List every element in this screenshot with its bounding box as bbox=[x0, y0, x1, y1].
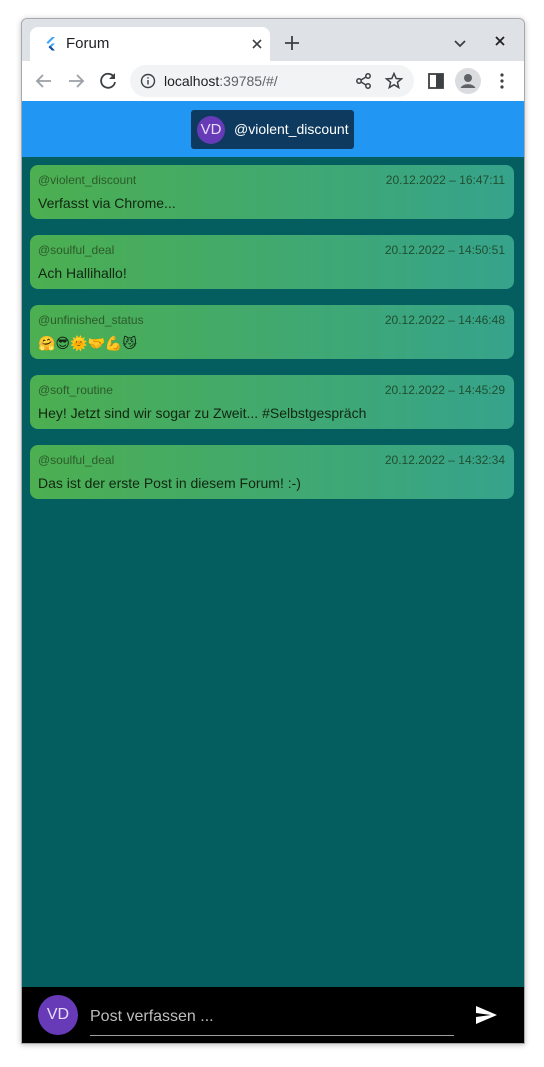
post-text: Ach Hallihallo! bbox=[38, 265, 127, 281]
profile-button[interactable] bbox=[455, 68, 481, 94]
flutter-icon bbox=[46, 37, 55, 51]
url-path: :39785/#/ bbox=[219, 73, 278, 89]
post-card: @soulful_deal 20.12.2022 – 14:50:51 Ach … bbox=[30, 235, 514, 289]
post-date: 20.12.2022 – 14:45:29 bbox=[384, 383, 505, 397]
post-text: 🤗😎🌞🤝💪😼 bbox=[38, 335, 137, 351]
profile-icon bbox=[460, 74, 476, 88]
tab-title: Forum bbox=[66, 35, 110, 52]
post-author: @soulful_deal bbox=[38, 243, 115, 257]
back-arrow-icon[interactable] bbox=[32, 69, 56, 93]
send-icon[interactable] bbox=[474, 1003, 498, 1027]
menu-dots-icon[interactable] bbox=[490, 69, 514, 93]
window-close-icon[interactable] bbox=[488, 29, 512, 53]
post-card: @unfinished_status 20.12.2022 – 14:46:48… bbox=[30, 305, 514, 359]
avatar: VD bbox=[197, 116, 225, 144]
chevron-down-icon[interactable] bbox=[448, 31, 472, 55]
bookmark-star-icon[interactable] bbox=[384, 71, 404, 91]
address-bar[interactable]: localhost:39785/#/ bbox=[130, 65, 414, 97]
post-date: 20.12.2022 – 14:50:51 bbox=[384, 243, 505, 257]
post-composer: VD bbox=[22, 987, 524, 1043]
app-header: VD @violent_discount bbox=[22, 101, 524, 157]
post-list: @violent_discount 20.12.2022 – 16:47:11 … bbox=[30, 165, 514, 515]
post-text: Hey! Jetzt sind wir sogar zu Zweit... #S… bbox=[38, 405, 367, 421]
side-panel-icon[interactable] bbox=[424, 69, 448, 93]
url-host: localhost bbox=[164, 73, 220, 89]
close-tab-icon[interactable] bbox=[246, 33, 268, 55]
post-input[interactable] bbox=[90, 999, 454, 1036]
share-icon[interactable] bbox=[354, 71, 374, 91]
url-text: localhost:39785/#/ bbox=[164, 73, 278, 89]
post-author: @soft_routine bbox=[38, 383, 113, 397]
post-card: @soulful_deal 20.12.2022 – 14:32:34 Das … bbox=[30, 445, 514, 499]
new-tab-icon[interactable] bbox=[280, 31, 304, 55]
forward-arrow-icon[interactable] bbox=[64, 69, 88, 93]
current-user-chip[interactable]: VD @violent_discount bbox=[191, 110, 354, 149]
post-author: @unfinished_status bbox=[38, 313, 144, 327]
post-author: @soulful_deal bbox=[38, 453, 115, 467]
post-date: 20.12.2022 – 14:32:34 bbox=[384, 453, 505, 467]
forum-app: VD @violent_discount @violent_discount 2… bbox=[22, 101, 524, 1043]
post-card: @violent_discount 20.12.2022 – 16:47:11 … bbox=[30, 165, 514, 219]
info-icon[interactable] bbox=[140, 73, 156, 89]
browser-toolbar: localhost:39785/#/ bbox=[22, 61, 524, 101]
post-date: 20.12.2022 – 14:46:48 bbox=[384, 313, 505, 327]
browser-window: Forum localhost:39785/#/ VD @violent_dis… bbox=[21, 18, 525, 1044]
current-username: @violent_discount bbox=[234, 121, 349, 137]
reload-icon[interactable] bbox=[96, 69, 120, 93]
post-text: Verfasst via Chrome... bbox=[38, 195, 176, 211]
post-text: Das ist der erste Post in diesem Forum! … bbox=[38, 475, 301, 491]
post-author: @violent_discount bbox=[38, 173, 137, 187]
post-card: @soft_routine 20.12.2022 – 14:45:29 Hey!… bbox=[30, 375, 514, 429]
tab-forum[interactable]: Forum bbox=[30, 27, 270, 61]
avatar: VD bbox=[38, 995, 78, 1035]
tab-strip: Forum bbox=[22, 19, 524, 61]
post-date: 20.12.2022 – 16:47:11 bbox=[385, 173, 505, 187]
